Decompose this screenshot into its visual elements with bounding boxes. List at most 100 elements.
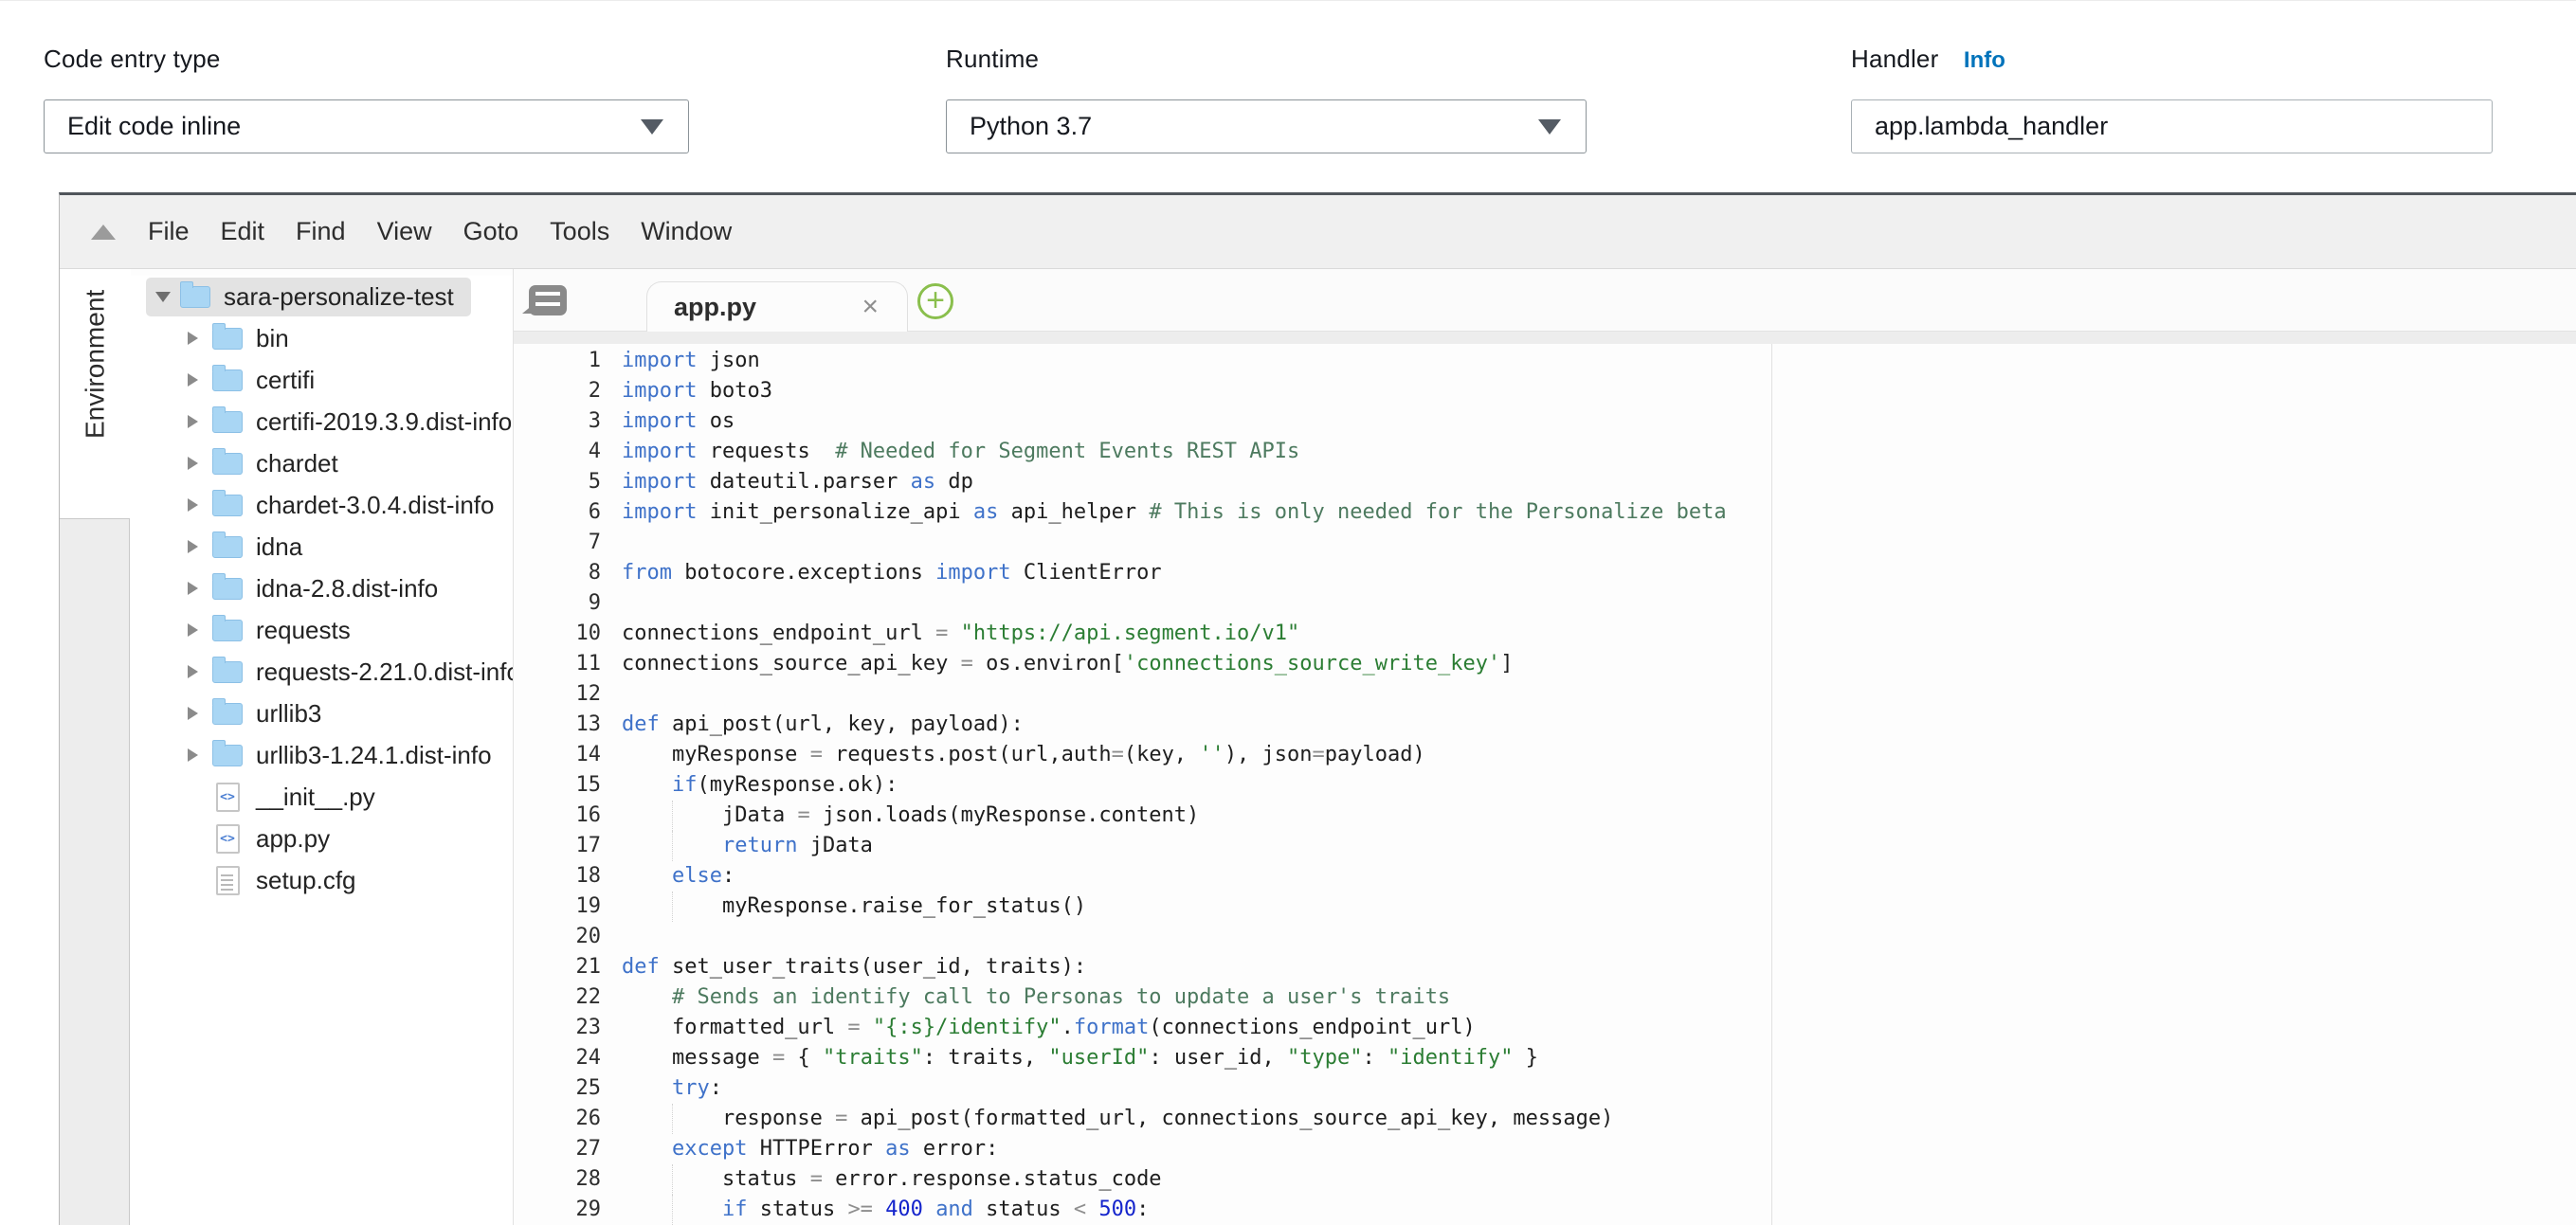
tab-strip: app.py × + [514, 269, 2576, 332]
folder-icon [212, 745, 243, 766]
menu-item-file[interactable]: File [148, 217, 190, 246]
folder-icon [212, 620, 243, 641]
expand-caret-icon[interactable] [188, 332, 212, 345]
code-entry-type-value: Edit code inline [67, 112, 241, 141]
tree-item-label: idna [256, 532, 302, 562]
expand-caret-icon[interactable] [155, 292, 180, 302]
folder-icon [212, 411, 243, 433]
code-line: myResponse = requests.post(url,auth=(key… [622, 740, 2576, 770]
expand-caret-icon[interactable] [188, 457, 212, 470]
tree-item-label: requests-2.21.0.dist-info [256, 658, 520, 687]
tree-item-requests-2-21-0-dist-info[interactable]: requests-2.21.0.dist-info [131, 651, 513, 693]
indent-guide [672, 892, 673, 922]
tree-item-certifi-2019-3-9-dist-info[interactable]: certifi-2019.3.9.dist-info [131, 401, 513, 442]
expand-caret-icon[interactable] [188, 623, 212, 637]
handler-field: Handler Info [1851, 45, 2005, 74]
code-line: connections_source_api_key = os.environ[… [622, 649, 2576, 679]
line-number: 17 [514, 831, 604, 861]
folder-icon [212, 536, 243, 558]
menu-item-tools[interactable]: Tools [550, 217, 609, 246]
expand-caret-icon[interactable] [188, 540, 212, 553]
chevron-down-icon [641, 119, 663, 135]
line-number: 18 [514, 861, 604, 892]
new-tab-button[interactable]: + [917, 283, 953, 319]
config-file-icon [212, 866, 243, 895]
menu-item-window[interactable]: Window [641, 217, 732, 246]
expand-caret-icon[interactable] [188, 498, 212, 512]
tree-item-idna[interactable]: idna [131, 526, 513, 567]
tree-item-chardet-3-0-4-dist-info[interactable]: chardet-3.0.4.dist-info [131, 484, 513, 526]
code-entry-type-select[interactable]: Edit code inline [44, 99, 689, 153]
runtime-select[interactable]: Python 3.7 [946, 99, 1587, 153]
folder-icon [212, 620, 243, 641]
tree-item-idna-2-8-dist-info[interactable]: idna-2.8.dist-info [131, 567, 513, 609]
code-line [622, 922, 2576, 952]
open-files-list-icon[interactable] [529, 285, 567, 315]
line-number: 23 [514, 1013, 604, 1043]
line-number: 26 [514, 1104, 604, 1134]
code-line: try: [622, 1073, 2576, 1104]
caret-right-icon [188, 498, 198, 512]
menu-item-find[interactable]: Find [296, 217, 346, 246]
folder-icon [212, 328, 243, 350]
tree-item-urllib3[interactable]: urllib3 [131, 693, 513, 734]
code-line: else: [622, 861, 2576, 892]
folder-icon [212, 536, 243, 558]
menu-item-view[interactable]: View [377, 217, 432, 246]
handler-input[interactable] [1852, 100, 2492, 153]
tree-item-root[interactable]: sara-personalize-test [131, 276, 513, 317]
tree-item--init-py[interactable]: <>__init__.py [131, 776, 513, 818]
handler-input-wrap [1851, 99, 2493, 153]
tree-item-label: sara-personalize-test [224, 282, 454, 312]
caret-right-icon [188, 707, 198, 720]
tree-item-urllib3-1-24-1-dist-info[interactable]: urllib3-1.24.1.dist-info [131, 734, 513, 776]
tree-item-setup-cfg[interactable]: setup.cfg [131, 859, 513, 901]
expand-caret-icon[interactable] [188, 707, 212, 720]
folder-icon [180, 286, 210, 308]
code-line: status = error.response.status_code [622, 1164, 2576, 1195]
tab-close-icon[interactable]: × [862, 293, 879, 321]
python-file-icon: <> [212, 783, 243, 812]
folder-icon [212, 661, 243, 683]
editor-top-band [514, 332, 2576, 344]
menu-item-edit[interactable]: Edit [221, 217, 265, 246]
code-line [622, 679, 2576, 710]
menu-item-goto[interactable]: Goto [463, 217, 519, 246]
line-number: 16 [514, 801, 604, 831]
environment-tab[interactable]: Environment [60, 277, 131, 452]
tree-item-label: idna-2.8.dist-info [256, 574, 438, 603]
tree-item-requests[interactable]: requests [131, 609, 513, 651]
handler-info-link[interactable]: Info [1964, 47, 2005, 73]
code-editor-window: File Edit Find View Goto Tools Window Environm… [59, 192, 2576, 1225]
line-number: 4 [514, 437, 604, 467]
indent-guide [672, 1195, 673, 1225]
lambda-code-editor-screen: Code entry type Edit code inline Runtime… [0, 0, 2576, 1225]
expand-caret-icon[interactable] [188, 582, 212, 595]
expand-caret-icon[interactable] [188, 415, 212, 428]
expand-caret-icon[interactable] [188, 748, 212, 762]
tree-item-bin[interactable]: bin [131, 317, 513, 359]
tab-app-py[interactable]: app.py × [646, 281, 908, 332]
expand-caret-icon[interactable] [188, 373, 212, 387]
line-number: 1 [514, 346, 604, 376]
line-number: 9 [514, 588, 604, 619]
collapse-editor-icon[interactable] [91, 225, 116, 240]
tree-item-chardet[interactable]: chardet [131, 442, 513, 484]
code-line [622, 528, 2576, 558]
line-number: 8 [514, 558, 604, 588]
code-line: def api_post(url, key, payload): [622, 710, 2576, 740]
line-number: 20 [514, 922, 604, 952]
line-number: 13 [514, 710, 604, 740]
tree-item-app-py[interactable]: <>app.py [131, 818, 513, 859]
code-line: message = { "traits": traits, "userId": … [622, 1043, 2576, 1073]
tree-item-label: urllib3 [256, 699, 321, 729]
tree-item-certifi[interactable]: certifi [131, 359, 513, 401]
config-file-icon [216, 866, 240, 895]
line-number: 19 [514, 892, 604, 922]
code-line: response = api_post(formatted_url, conne… [622, 1104, 2576, 1134]
expand-caret-icon[interactable] [188, 665, 212, 678]
code-editing-area[interactable]: 1234567891011121314151617181920212223242… [514, 344, 2576, 1225]
tree-item-label: app.py [256, 824, 330, 854]
chevron-down-icon [1538, 119, 1561, 135]
code-line: except HTTPError as error: [622, 1134, 2576, 1164]
